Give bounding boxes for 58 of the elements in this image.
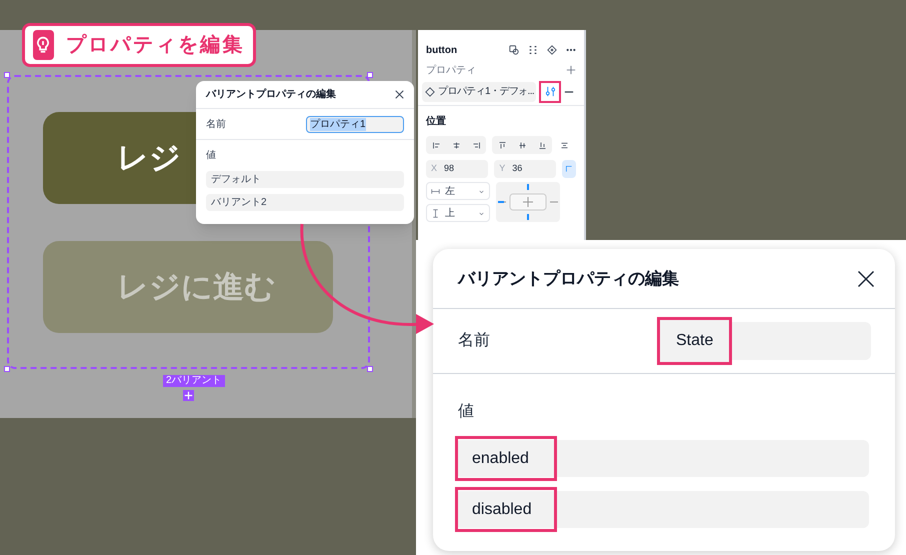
constraint-icon — [431, 186, 440, 196]
edit-property-button[interactable] — [539, 80, 561, 102]
close-icon[interactable] — [857, 270, 875, 288]
section-label: 位置 — [424, 114, 447, 129]
plus-icon — [184, 391, 193, 400]
property-field[interactable]: プロパティ1・デフォ... — [422, 82, 536, 102]
field-label: 名前 — [206, 118, 226, 132]
section-label: プロパティ — [426, 64, 476, 78]
callout-title: プロパティを編集 — [66, 32, 245, 58]
lightbulb-icon — [33, 30, 54, 60]
dialog-title: バリアントプロパティの編集 — [458, 268, 679, 290]
diamond-icon — [425, 86, 435, 96]
field-value: 36 — [512, 162, 522, 176]
constraint-dropdown[interactable]: 上 — [426, 204, 490, 222]
component-icon[interactable] — [509, 45, 519, 55]
dropdown-value: 上 — [445, 206, 456, 220]
section-label: 値 — [458, 402, 475, 422]
input-value: State — [657, 317, 732, 365]
property-value: プロパティ1・デフォ... — [438, 84, 534, 99]
value-field[interactable]: デフォルト — [206, 171, 404, 188]
field-label: X — [431, 162, 438, 176]
plus-icon[interactable] — [566, 65, 576, 75]
grid-icon[interactable] — [528, 45, 538, 55]
dropdown-value: 左 — [445, 184, 456, 198]
component-name: button — [426, 44, 458, 58]
close-icon[interactable] — [395, 90, 404, 99]
add-variant-button[interactable] — [183, 390, 194, 401]
resize-handle[interactable] — [4, 366, 10, 372]
align-icon — [472, 140, 480, 150]
field-label: Y — [499, 162, 506, 176]
field-value: 98 — [444, 162, 454, 176]
name-input[interactable]: プロパティ1 — [306, 116, 404, 132]
sliders-icon — [544, 86, 556, 97]
align-icon — [452, 140, 460, 150]
resize-handle[interactable] — [367, 72, 373, 78]
section-label: 値 — [206, 149, 217, 163]
value-field[interactable]: バリアント2 — [206, 194, 404, 211]
resize-handle[interactable] — [367, 366, 373, 372]
field-label: 名前 — [458, 331, 490, 351]
align-icon — [498, 140, 506, 150]
dialog-title: バリアントプロパティの編集 — [206, 87, 336, 102]
constraint-toggle[interactable] — [562, 160, 576, 178]
distribute-icon[interactable] — [560, 140, 569, 150]
align-icon — [432, 140, 440, 150]
variant-count-label: 2バリアント — [163, 375, 225, 387]
align-icon — [538, 140, 546, 150]
constraint-widget-drawing[interactable] — [496, 182, 560, 222]
diamond-icon[interactable] — [547, 45, 557, 55]
coordinate-field[interactable]: X 98 — [426, 160, 488, 178]
selected-text: プロパティ1 — [310, 118, 366, 130]
constraint-icon — [431, 208, 440, 218]
frame-icon — [565, 165, 574, 173]
align-icon — [518, 140, 526, 150]
coordinate-field[interactable]: Y 36 — [494, 160, 556, 178]
field-value: disabled — [455, 487, 557, 532]
resize-handle[interactable] — [4, 72, 10, 78]
field-value: enabled — [455, 436, 557, 481]
constraint-dropdown[interactable]: 左 — [426, 182, 490, 200]
